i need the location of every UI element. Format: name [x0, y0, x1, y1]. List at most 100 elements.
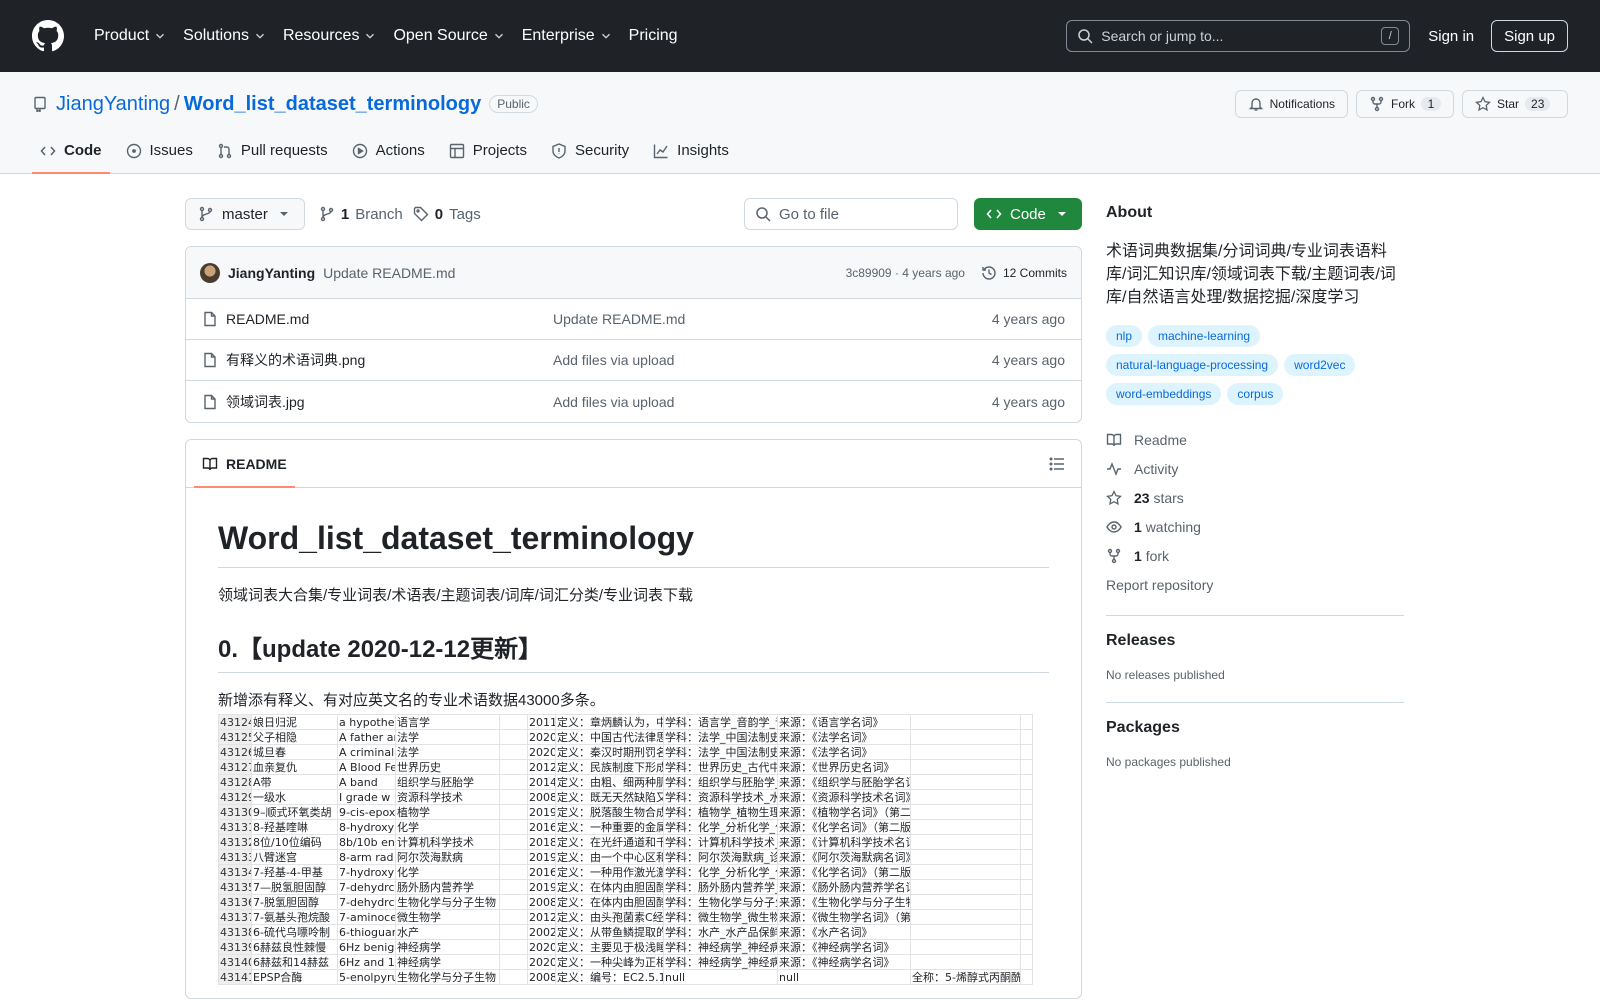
topic-tag[interactable]: word2vec [1284, 354, 1356, 376]
tab-readme[interactable]: README [194, 440, 295, 488]
spreadsheet-cell [1020, 879, 1033, 895]
main-content: master 1 Branch 0 Tags Go to file Code J… [0, 174, 1600, 999]
file-row[interactable]: README.md Update README.md 4 years ago [186, 299, 1081, 340]
nav-product[interactable]: Product [86, 20, 175, 52]
spreadsheet-cell: 定义：主要见于极浅睡眠期 [555, 939, 664, 955]
nav-solutions[interactable]: Solutions [175, 20, 275, 52]
sign-in-link[interactable]: Sign in [1428, 28, 1474, 45]
fork-icon [1107, 548, 1121, 563]
packages-heading[interactable]: Packages [1106, 719, 1404, 737]
spreadsheet-cell: a hypothes [337, 714, 396, 730]
file-commit-link[interactable]: Add files via upload [553, 394, 674, 410]
spreadsheet-cell: 化学 [395, 864, 500, 880]
report-repository-link[interactable]: Report repository [1106, 570, 1404, 599]
tags-link[interactable]: 0 Tags [413, 206, 481, 223]
go-to-file-placeholder: Go to file [779, 205, 840, 223]
topic-tag[interactable]: machine-learning [1148, 325, 1261, 347]
file-row[interactable]: 有释义的术语词典.png Add files via upload 4 year… [186, 340, 1081, 381]
spreadsheet-cell: 学科：阿尔茨海默病_诊断 [663, 849, 778, 865]
file-time: 4 years ago [991, 393, 1065, 410]
readme-title: Word_list_dataset_terminology [218, 520, 1049, 568]
spreadsheet-cell [499, 939, 528, 955]
nav-pricing[interactable]: Pricing [621, 20, 686, 52]
github-logo-icon[interactable] [32, 20, 64, 52]
sign-up-button[interactable]: Sign up [1491, 20, 1568, 52]
file-commit-link[interactable]: Update README.md [553, 311, 685, 327]
nav-enterprise[interactable]: Enterprise [514, 20, 621, 52]
code-dropdown-button[interactable]: Code [974, 198, 1082, 230]
commit-hash-time[interactable]: 3c89909 · 4 years ago [846, 266, 965, 280]
global-header: Product Solutions Resources Open Source … [0, 0, 1600, 72]
nav-open-source[interactable]: Open Source [385, 20, 513, 52]
file-navigation: master 1 Branch 0 Tags Go to file Code [185, 198, 1082, 230]
spreadsheet-cell: 学科：化学_分析化学_化学 [663, 819, 778, 835]
forks-label: fork [1145, 547, 1170, 564]
tab-actions[interactable]: Actions [344, 142, 433, 173]
topic-tag[interactable]: natural-language-processing [1106, 354, 1279, 376]
spreadsheet-cell: A father ar [337, 729, 396, 745]
spreadsheet-cell [1020, 954, 1033, 970]
spreadsheet-cell: 2012 [527, 759, 556, 775]
search-input[interactable]: Search or jump to... / [1066, 20, 1411, 52]
spreadsheet-row-number: 43124 [218, 714, 252, 730]
branch-selector[interactable]: master [185, 198, 305, 230]
watchers-link[interactable]: 1 watching [1106, 512, 1404, 541]
spreadsheet-cell: 来源：《植物学名词》（第二版） [777, 804, 911, 820]
spreadsheet-cell: 7-aminoce [337, 909, 396, 925]
branches-link[interactable]: 1 Branch [319, 206, 403, 223]
readme-link[interactable]: Readme [1106, 425, 1404, 454]
spreadsheet-cell: 8-羟基喹啉 [251, 819, 338, 835]
commits-history-link[interactable]: 12 Commits [981, 265, 1067, 281]
spreadsheet-cell [1020, 924, 1033, 940]
spreadsheet-cell [1020, 834, 1033, 850]
topic-tag[interactable]: corpus [1227, 383, 1284, 405]
spreadsheet-cell: 定义：章炳麟认为，中古娘 [555, 714, 664, 730]
tab-issues[interactable]: Issues [118, 142, 201, 173]
spreadsheet-row-number: 43126 [218, 744, 252, 760]
spreadsheet-cell: 定义：民族制度下形成的子 [555, 759, 664, 775]
repo-header: JiangYanting / Word_list_dataset_termino… [0, 72, 1600, 174]
tab-pull-requests[interactable]: Pull requests [209, 142, 336, 173]
spreadsheet-cell: 6赫兹和14赫兹 [251, 954, 338, 970]
spreadsheet-cell: 来源：《世界历史名词》 [777, 759, 911, 775]
commit-message-link[interactable]: Update README.md [323, 265, 455, 281]
avatar[interactable] [200, 262, 220, 283]
spreadsheet-cell: 肠外肠内营养学 [395, 879, 500, 895]
spreadsheet-cell: 7-脱氢胆固醇 [251, 894, 338, 910]
tab-insights[interactable]: Insights [645, 142, 737, 173]
spreadsheet-cell [499, 909, 528, 925]
topic-tag[interactable]: word-embeddings [1106, 383, 1222, 405]
list-icon[interactable] [1049, 456, 1065, 472]
file-commit-link[interactable]: Add files via upload [553, 352, 674, 368]
tab-security[interactable]: Security [543, 142, 637, 173]
stars-link[interactable]: 23 stars [1106, 483, 1404, 512]
tab-code-label: Code [64, 142, 102, 159]
spreadsheet-cell: 学科：生物化学与分子生物 [663, 894, 778, 910]
spreadsheet-cell: 学科：法学_中国法制史与 [663, 744, 778, 760]
file-icon [204, 352, 216, 368]
file-name-link[interactable]: 领域词表.jpg [226, 392, 553, 412]
file-row[interactable]: 领域词表.jpg Add files via upload 4 years ag… [186, 381, 1081, 422]
fork-button[interactable]: Fork 1 [1356, 90, 1454, 118]
repo-name-link[interactable]: Word_list_dataset_terminology [184, 93, 481, 116]
spreadsheet-cell: 学科：神经病学_神经病诊 [663, 939, 778, 955]
main-nav: Product Solutions Resources Open Source … [86, 20, 686, 52]
repo-owner-link[interactable]: JiangYanting [56, 93, 170, 116]
releases-heading[interactable]: Releases [1106, 632, 1404, 650]
go-to-file-input[interactable]: Go to file [744, 198, 958, 230]
file-name-link[interactable]: 有释义的术语词典.png [226, 350, 553, 370]
topic-tag[interactable]: nlp [1106, 325, 1143, 347]
forks-link[interactable]: 1 fork [1106, 541, 1404, 570]
notifications-button[interactable]: Notifications [1234, 90, 1348, 118]
star-button[interactable]: Star 23 [1462, 90, 1568, 118]
chevron-down-icon [601, 33, 610, 39]
file-name-link[interactable]: README.md [226, 311, 553, 327]
spreadsheet-cell: 定义：一种用作激光激活介 [555, 864, 664, 880]
nav-resources[interactable]: Resources [275, 20, 385, 52]
tab-code[interactable]: Code [32, 142, 110, 174]
activity-link[interactable]: Activity [1106, 454, 1404, 483]
tab-projects[interactable]: Projects [441, 142, 535, 173]
commit-author-link[interactable]: JiangYanting [228, 265, 315, 281]
spreadsheet-row-number: 43139 [218, 939, 252, 955]
tab-insights-label: Insights [677, 142, 729, 159]
